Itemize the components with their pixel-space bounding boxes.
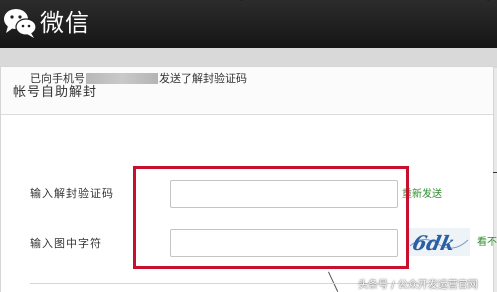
masked-phone-number <box>86 72 158 84</box>
corner-mark <box>487 0 490 1</box>
sms-sent-prefix: 已向手机号 <box>30 72 85 85</box>
captcha-text: 6dk <box>410 231 457 255</box>
header-divider-band <box>0 48 497 68</box>
screenshot-frame: 微信 帐号自助解封 已向手机号 发送了解封验证码 输入解封验证码 重新发送 输入图… <box>0 0 497 292</box>
edge-mark <box>493 172 497 173</box>
corner-mark <box>240 0 243 1</box>
highlight-annotation-box <box>133 166 409 269</box>
sms-sent-suffix: 发送了解封验证码 <box>159 72 247 85</box>
brand-name: 微信 <box>40 9 90 37</box>
header-bar: 微信 <box>0 0 497 48</box>
captcha-refresh-link[interactable]: 看不 <box>477 233 497 248</box>
captcha-image[interactable]: 6dk <box>408 228 470 256</box>
captcha-label: 输入图中字符 <box>30 237 102 250</box>
wechat-logo-icon[interactable] <box>2 6 38 40</box>
code-label: 输入解封验证码 <box>30 187 114 200</box>
watermark-text: 头条号 / 公众开发运营官网 <box>358 280 478 291</box>
sms-sent-notice: 已向手机号 发送了解封验证码 <box>30 70 247 86</box>
